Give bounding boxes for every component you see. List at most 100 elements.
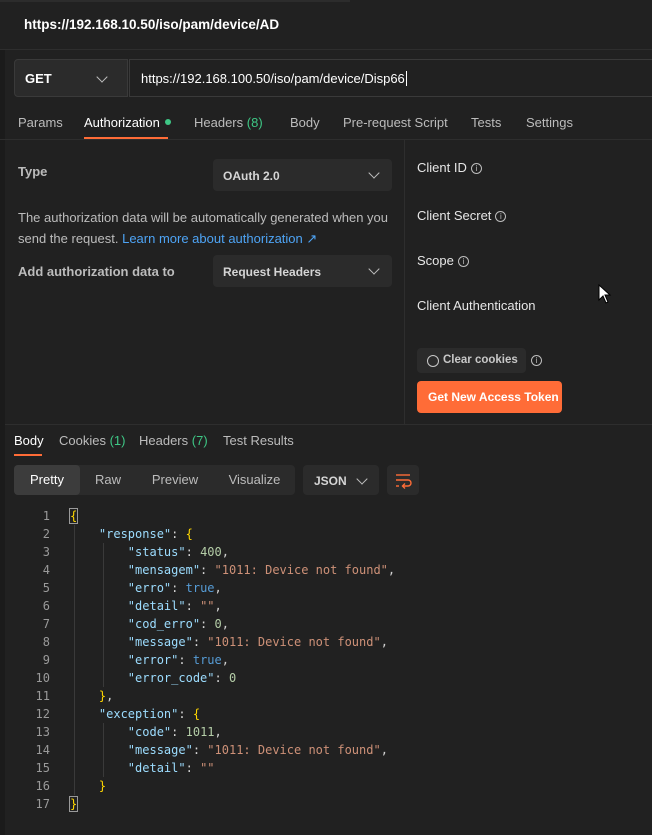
view-raw[interactable]: Raw [80, 465, 136, 495]
tab-settings[interactable]: Settings [526, 115, 573, 130]
code-line: 7 "cod_erro": 0, [0, 615, 652, 633]
window-title: https://192.168.10.50/iso/pam/device/AD [24, 17, 280, 32]
code-text: "detail": "", [127, 599, 222, 613]
info-icon[interactable]: i [457, 256, 469, 267]
code-line: 16 } [0, 777, 652, 795]
response-tab-headers[interactable]: Headers (7) [139, 433, 208, 448]
client-authentication-label: Client Authentication [417, 298, 536, 313]
chevron-down-icon [356, 473, 368, 485]
tab-headers[interactable]: Headers (8) [194, 115, 263, 130]
client-secret-label: Client Secret i [417, 208, 507, 223]
code-line: 1{ [0, 507, 652, 525]
line-number: 4 [42, 563, 50, 577]
line-number: 1 [42, 509, 50, 523]
method-label: GET [25, 71, 52, 86]
code-line: 17} [0, 795, 652, 813]
code-text: "error": true, [127, 653, 229, 667]
code-line: 9 "error": true, [0, 651, 652, 669]
code-text: { [68, 508, 79, 524]
active-response-tab-indicator [14, 454, 42, 456]
format-select[interactable]: JSON [303, 465, 379, 495]
tab-pre-request-script[interactable]: Pre-request Script [343, 115, 448, 130]
code-line: 5 "erro": true, [0, 579, 652, 597]
chevron-down-icon [368, 263, 380, 275]
auth-type-select[interactable]: OAuth 2.0 [213, 159, 392, 191]
code-text: "error_code": 0 [127, 671, 237, 685]
tab-body[interactable]: Body [290, 115, 320, 130]
view-preview[interactable]: Preview [136, 465, 214, 495]
info-icon[interactable]: i [531, 355, 542, 366]
info-icon[interactable]: i [470, 163, 482, 174]
code-line: 14 "message": "1011: Device not found", [0, 741, 652, 759]
code-line: 11 }, [0, 687, 652, 705]
method-select[interactable]: GET [14, 59, 128, 97]
add-auth-to-label: Add authorization data to [18, 264, 175, 279]
tab-tests[interactable]: Tests [471, 115, 501, 130]
get-token-label: Get New Access Token [428, 390, 559, 404]
code-text: "message": "1011: Device not found", [127, 635, 388, 649]
code-line: 6 "detail": "", [0, 597, 652, 615]
code-text: "exception": { [98, 707, 201, 721]
code-text: "message": "1011: Device not found", [127, 743, 388, 757]
clear-cookies-button[interactable]: Clear cookies [417, 348, 526, 373]
response-tab-test-results[interactable]: Test Results [223, 433, 294, 448]
code-line: 3 "status": 400, [0, 543, 652, 561]
chevron-down-icon [96, 71, 108, 83]
code-text: "status": 400, [127, 545, 229, 559]
response-tab-cookies[interactable]: Cookies (1) [59, 433, 125, 448]
format-value: JSON [314, 474, 347, 488]
tab-authorization[interactable]: Authorization [84, 115, 171, 130]
code-line: 12 "exception": { [0, 705, 652, 723]
line-number: 17 [35, 797, 50, 811]
line-number: 12 [35, 707, 50, 721]
code-line: 15 "detail": "" [0, 759, 652, 777]
titlebar-strip [0, 0, 350, 2]
line-number: 7 [42, 617, 50, 631]
wrap-lines-icon [396, 474, 412, 489]
line-number: 2 [42, 527, 50, 541]
line-number: 13 [35, 725, 50, 739]
code-text: "response": { [98, 527, 193, 541]
line-number: 3 [42, 545, 50, 559]
code-text: "detail": "" [127, 761, 215, 775]
active-tab-indicator [84, 137, 168, 139]
code-text: "erro": true, [127, 581, 222, 595]
url-text: https://192.168.100.50/iso/pam/device/Di… [141, 71, 407, 86]
code-text: "code": 1011, [127, 725, 222, 739]
wrap-lines-button[interactable] [387, 465, 419, 495]
url-input[interactable]: https://192.168.100.50/iso/pam/device/Di… [129, 59, 652, 97]
line-number: 10 [35, 671, 50, 685]
view-mode-switch: Pretty Raw Preview Visualize [14, 465, 295, 495]
info-icon[interactable]: i [495, 211, 507, 222]
request-tabs: Params Authorization Headers (8) Body Pr… [0, 105, 652, 140]
scope-label: Scope i [417, 253, 469, 268]
code-text: }, [98, 689, 114, 703]
cookie-icon [427, 355, 439, 367]
line-number: 11 [35, 689, 50, 703]
add-auth-to-value: Request Headers [223, 265, 322, 279]
add-auth-to-select[interactable]: Request Headers [213, 255, 392, 287]
auth-type-value: OAuth 2.0 [223, 169, 280, 183]
client-id-label: Client ID i [417, 160, 482, 175]
code-line: 8 "message": "1011: Device not found", [0, 633, 652, 651]
response-tab-body[interactable]: Body [14, 433, 44, 448]
tab-params[interactable]: Params [18, 115, 63, 130]
active-dot-icon [164, 119, 171, 125]
code-line: 10 "error_code": 0 [0, 669, 652, 687]
type-label: Type [18, 164, 48, 179]
chevron-down-icon [368, 167, 380, 179]
code-text: } [68, 796, 79, 812]
line-number: 6 [42, 599, 50, 613]
code-line: 2 "response": { [0, 525, 652, 543]
auth-description: The authorization data will be automatic… [18, 210, 389, 246]
code-text: "mensagem": "1011: Device not found", [127, 563, 396, 577]
code-line: 4 "mensagem": "1011: Device not found", [0, 561, 652, 579]
text-caret [405, 71, 407, 86]
code-text: "cod_erro": 0, [127, 617, 229, 631]
view-pretty[interactable]: Pretty [14, 465, 80, 495]
get-new-access-token-button[interactable]: Get New Access Token [417, 381, 562, 413]
line-number: 5 [42, 581, 50, 595]
pane-divider [404, 140, 405, 425]
learn-more-link[interactable]: Learn more about authorization ↗ [122, 231, 317, 246]
view-visualize[interactable]: Visualize [214, 465, 295, 495]
